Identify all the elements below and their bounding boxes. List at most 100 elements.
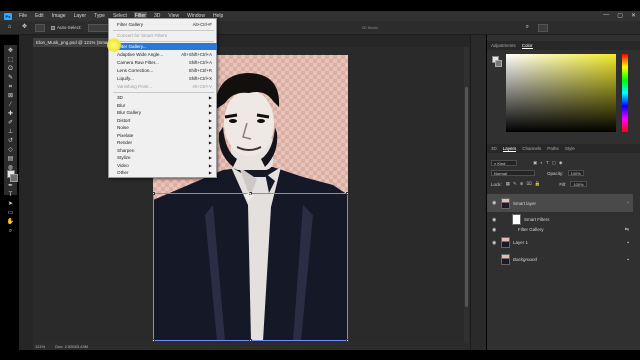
vertical-scrollbar[interactable] (464, 47, 469, 343)
lasso-tool-icon[interactable]: ʘ (6, 66, 15, 73)
layer-filter-icons[interactable]: ▣◐T▢◆ (533, 160, 565, 166)
stamp-tool-icon[interactable]: ⊥ (6, 129, 15, 136)
tab-adjustments[interactable]: Adjustments (491, 43, 516, 48)
search-icon[interactable]: ⌕ (523, 24, 532, 31)
color-panel-background-swatch[interactable] (495, 60, 502, 67)
lock-icons[interactable]: ▦✎⊕⌧🔒 (506, 181, 544, 187)
submenu-arrow-icon: ▶ (208, 140, 212, 146)
marquee-tool-icon[interactable]: ⬚ (6, 57, 15, 64)
tab-style[interactable]: Style (565, 146, 575, 151)
eraser-tool-icon[interactable]: ◇ (6, 147, 15, 154)
tool-preset-dropdown[interactable] (35, 23, 45, 32)
close-icon[interactable]: ✕ (631, 12, 636, 19)
submenu-arrow-icon: ▶ (208, 117, 212, 123)
tab-channels[interactable]: Channels (522, 146, 541, 151)
menu-item-video[interactable]: Video ▶ (110, 162, 217, 169)
doc-size: Doc: 2.52M/3.43M (55, 344, 88, 349)
auto-select-checkbox[interactable]: Auto-Select: (51, 25, 82, 30)
path-select-tool-icon[interactable]: ➤ (6, 201, 15, 208)
tab-color[interactable]: Color (521, 43, 533, 49)
filter-menu-dropdown: Filter Gallery Alt+Ctrl+F Convert for Sm… (108, 18, 217, 178)
filter-options-icon[interactable]: ⇆ (625, 227, 629, 233)
menu-image[interactable]: Image (51, 12, 67, 20)
color-panel-tabs: Adjustments Color (487, 41, 640, 50)
layer-row-layer-1[interactable]: ◉ Layer 1 ▪ (487, 235, 633, 250)
menu-item-camera-raw-filter[interactable]: Camera Raw Filter... Shift+Ctrl+A (110, 59, 217, 66)
type-tool-icon[interactable]: T (6, 192, 15, 199)
submenu-arrow-icon: ▶ (208, 147, 212, 153)
eyedropper-tool-icon[interactable]: ⁄ (6, 102, 15, 109)
move-tool-icon[interactable]: ✥ (20, 24, 29, 31)
menu-file[interactable]: File (18, 12, 28, 20)
menu-item-stylize[interactable]: Stylize ▶ (110, 154, 217, 161)
workspace-switcher[interactable] (537, 23, 548, 32)
menu-item-lens-correction[interactable]: Lens Correction... Shift+Ctrl+R (110, 67, 217, 74)
menu-item-3d[interactable]: 3D ▶ (110, 94, 217, 101)
zoom-level[interactable]: 121% (35, 344, 45, 349)
transform-bounding-box[interactable] (152, 191, 349, 342)
menu-layer[interactable]: Layer (73, 12, 88, 20)
transform-handle-bottom-right[interactable] (346, 339, 349, 342)
zoom-tool-icon[interactable]: ⌕ (6, 228, 15, 235)
auto-select-target-dropdown[interactable] (87, 23, 110, 32)
pen-tool-icon[interactable]: ✒ (6, 183, 15, 190)
layer-name: Smart layer (513, 200, 537, 206)
hue-slider[interactable] (622, 54, 628, 132)
transform-handle-bottom-left[interactable] (152, 339, 155, 342)
menu-item-sharpen[interactable]: Sharpen ▶ (110, 147, 217, 154)
tab-layers[interactable]: Layers (502, 146, 517, 152)
menu-type[interactable]: Type (93, 12, 106, 20)
hand-tool-icon[interactable]: ✋ (6, 219, 15, 226)
transform-handle-bottom[interactable] (249, 339, 252, 342)
eye-icon[interactable]: ◉ (492, 200, 498, 206)
crop-tool-icon[interactable]: ⌗ (6, 84, 15, 91)
maximize-icon[interactable]: ▢ (617, 12, 623, 19)
menu-edit[interactable]: Edit (34, 12, 45, 20)
document-tab[interactable]: Elon_Musk_png.psd @ 121% (Smart Layer, R… (33, 38, 111, 47)
tab-paths[interactable]: Paths (547, 146, 559, 151)
shape-tool-icon[interactable]: ▭ (6, 210, 15, 217)
layer-row-background[interactable]: Background ▪ (487, 252, 633, 267)
brush-tool-icon[interactable]: ✐ (6, 120, 15, 127)
transform-handle-top-right[interactable] (346, 192, 349, 195)
blend-mode-dropdown[interactable]: Normal (491, 170, 535, 176)
auto-select-label: Auto-Select: (57, 25, 82, 30)
eye-hidden-icon[interactable] (492, 257, 498, 263)
minimize-icon[interactable]: — (603, 12, 609, 19)
gradient-tool-icon[interactable]: ▤ (6, 156, 15, 163)
eye-icon[interactable]: ◉ (492, 240, 498, 246)
background-color-swatch[interactable] (10, 174, 18, 182)
checkbox-icon (51, 25, 55, 30)
fill-field[interactable]: 100% (570, 181, 587, 187)
submenu-arrow-icon: ▶ (208, 125, 212, 131)
letterbox-bottom (0, 350, 640, 360)
menu-item-blur-gallery[interactable]: Blur Gallery ▶ (110, 109, 217, 116)
frame-tool-icon[interactable]: ⊠ (6, 93, 15, 100)
menu-item-adaptive-wide-angle[interactable]: Adaptive Wide Angle... Alt+Shift+Ctrl+A (110, 51, 217, 58)
menu-item-render[interactable]: Render ▶ (110, 139, 217, 146)
healing-tool-icon[interactable]: ✚ (6, 111, 15, 118)
menu-item-vanishing-point[interactable]: Vanishing Point... Alt+Ctrl+V (110, 83, 217, 90)
scrollbar-thumb[interactable] (465, 87, 468, 307)
menu-item-pixelate[interactable]: Pixelate ▶ (110, 132, 217, 139)
menu-item-last-filter[interactable]: Filter Gallery Alt+Ctrl+F (110, 21, 217, 28)
menu-item-convert-smart-filters[interactable]: Convert for Smart Filters (110, 32, 217, 39)
color-picker-field[interactable] (506, 54, 616, 132)
menu-item-distort[interactable]: Distort ▶ (110, 117, 217, 124)
menu-separator (113, 41, 214, 42)
move-tool-icon[interactable]: ✥ (6, 48, 15, 55)
quick-select-tool-icon[interactable]: ✎ (6, 75, 15, 82)
home-icon[interactable]: ⌂ (5, 24, 14, 31)
menu-item-other[interactable]: Other ▶ (110, 169, 217, 176)
history-brush-tool-icon[interactable]: ↺ (6, 138, 15, 145)
tab-3d[interactable]: 3D (491, 146, 497, 151)
layer-row-smart-layer[interactable]: ◉ Smart layer ▫ (487, 194, 633, 212)
menu-item-liquify[interactable]: Liquify... Shift+Ctrl+X (110, 75, 217, 82)
eye-icon[interactable]: ◉ (492, 227, 498, 233)
menu-item-noise[interactable]: Noise ▶ (110, 124, 217, 131)
menu-item-filter-gallery[interactable]: Filter Gallery... (110, 43, 217, 51)
transform-handle-top-left[interactable] (152, 192, 155, 195)
menu-item-blur[interactable]: Blur ▶ (110, 102, 217, 109)
opacity-field[interactable]: 100% (567, 170, 584, 176)
layer-filter-kind-dropdown[interactable]: ⌕ Kind (491, 160, 517, 166)
